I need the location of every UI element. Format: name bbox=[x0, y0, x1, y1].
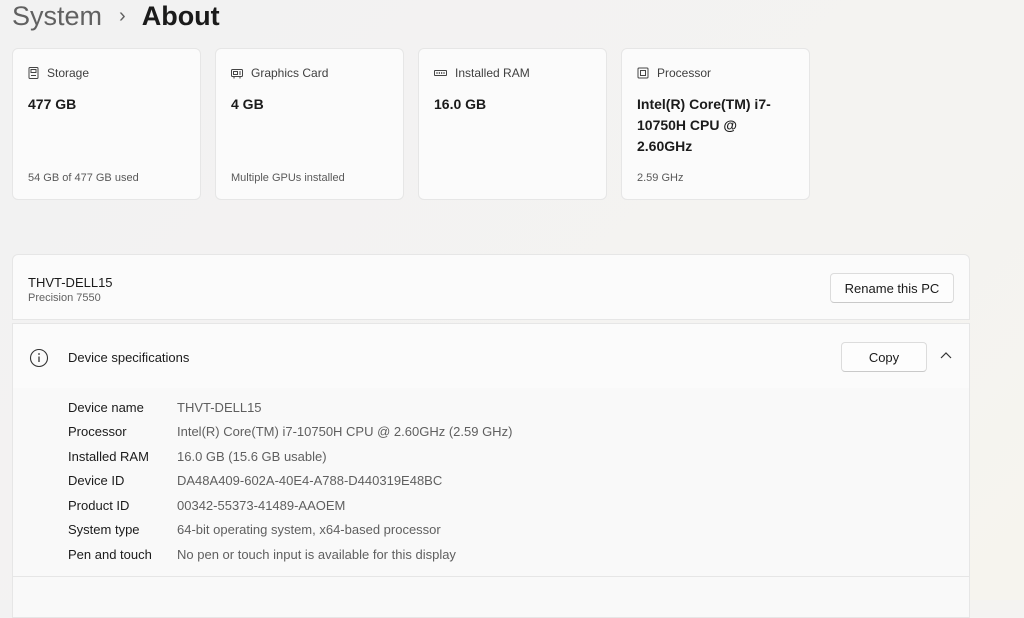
spec-row-device-name: Device name THVT-DELL15 bbox=[68, 400, 262, 416]
spec-value: DA48A409-602A-40E4-A788-D440319E48BC bbox=[177, 473, 443, 488]
device-specifications-header[interactable]: Device specifications Copy bbox=[12, 323, 970, 389]
spec-label: Installed RAM bbox=[68, 449, 149, 464]
info-icon bbox=[29, 348, 49, 368]
storage-icon bbox=[28, 67, 39, 79]
spec-label: Device ID bbox=[68, 473, 125, 488]
spec-value: Intel(R) Core(TM) i7-10750H CPU @ 2.60GH… bbox=[177, 424, 513, 439]
page-title: About bbox=[141, 0, 220, 31]
device-specifications-body: Device name THVT-DELL15 Processor Intel(… bbox=[12, 388, 970, 618]
spec-label: Device name bbox=[68, 400, 144, 415]
graphics-card-header: Graphics Card bbox=[231, 66, 328, 80]
rename-pc-button[interactable]: Rename this PC bbox=[830, 273, 954, 303]
ram-icon bbox=[434, 69, 447, 76]
breadcrumb-system-link[interactable]: System bbox=[12, 2, 102, 30]
spec-value: 64-bit operating system, x64-based proce… bbox=[177, 522, 441, 537]
pc-model: Precision 7550 bbox=[28, 292, 101, 304]
storage-card-detail: 54 GB of 477 GB used bbox=[28, 172, 139, 184]
pc-name-panel: THVT-DELL15 Precision 7550 Rename this P… bbox=[12, 254, 970, 320]
ram-card-value: 16.0 GB bbox=[434, 96, 487, 112]
spec-label: Pen and touch bbox=[68, 547, 152, 562]
graphics-card[interactable]: Graphics Card 4 GB Multiple GPUs install… bbox=[215, 48, 404, 200]
spec-value: THVT-DELL15 bbox=[177, 400, 262, 415]
processor-card-value: Intel(R) Core(TM) i7-10750H CPU @ 2.60GH… bbox=[637, 96, 771, 154]
spec-row-product-id: Product ID 00342-55373-41489-AAOEM bbox=[68, 498, 345, 514]
processor-icon bbox=[637, 67, 649, 79]
spec-row-installed-ram: Installed RAM 16.0 GB (15.6 GB usable) bbox=[68, 449, 327, 465]
storage-card[interactable]: Storage 477 GB 54 GB of 477 GB used bbox=[12, 48, 201, 200]
device-specifications-title: Device specifications bbox=[68, 350, 190, 365]
breadcrumb: System › About bbox=[12, 0, 220, 36]
spec-row-processor: Processor Intel(R) Core(TM) i7-10750H CP… bbox=[68, 424, 512, 440]
graphics-card-icon bbox=[231, 68, 243, 78]
spec-value: 00342-55373-41489-AAOEM bbox=[177, 498, 346, 513]
processor-card[interactable]: Processor Intel(R) Core(TM) i7-10750H CP… bbox=[621, 48, 810, 200]
divider bbox=[13, 576, 969, 577]
spec-value: 16.0 GB (15.6 GB usable) bbox=[177, 449, 327, 464]
graphics-card-detail: Multiple GPUs installed bbox=[231, 172, 345, 184]
storage-card-label: Storage bbox=[47, 66, 90, 80]
storage-card-value: 477 GB bbox=[28, 96, 77, 112]
spec-value: No pen or touch input is available for t… bbox=[177, 547, 456, 562]
graphics-card-value: 4 GB bbox=[231, 96, 264, 112]
graphics-card-label: Graphics Card bbox=[251, 66, 329, 80]
processor-card-header: Processor bbox=[637, 66, 711, 80]
spec-row-pen-and-touch: Pen and touch No pen or touch input is a… bbox=[68, 547, 456, 563]
chevron-up-icon[interactable] bbox=[939, 350, 953, 360]
breadcrumb-separator: › bbox=[119, 5, 126, 27]
ram-card[interactable]: Installed RAM 16.0 GB bbox=[418, 48, 607, 200]
pc-name: THVT-DELL15 bbox=[28, 275, 113, 290]
spec-label: Product ID bbox=[68, 498, 130, 513]
processor-card-detail: 2.59 GHz bbox=[637, 172, 684, 184]
spec-label: System type bbox=[68, 522, 140, 537]
spec-label: Processor bbox=[68, 424, 127, 439]
processor-card-label: Processor bbox=[657, 66, 712, 80]
ram-card-header: Installed RAM bbox=[434, 66, 530, 80]
spec-row-device-id: Device ID DA48A409-602A-40E4-A788-D44031… bbox=[68, 473, 442, 489]
ram-card-label: Installed RAM bbox=[455, 66, 530, 80]
copy-button[interactable]: Copy bbox=[841, 342, 927, 372]
spec-row-system-type: System type 64-bit operating system, x64… bbox=[68, 522, 441, 538]
storage-card-header: Storage bbox=[28, 66, 89, 80]
